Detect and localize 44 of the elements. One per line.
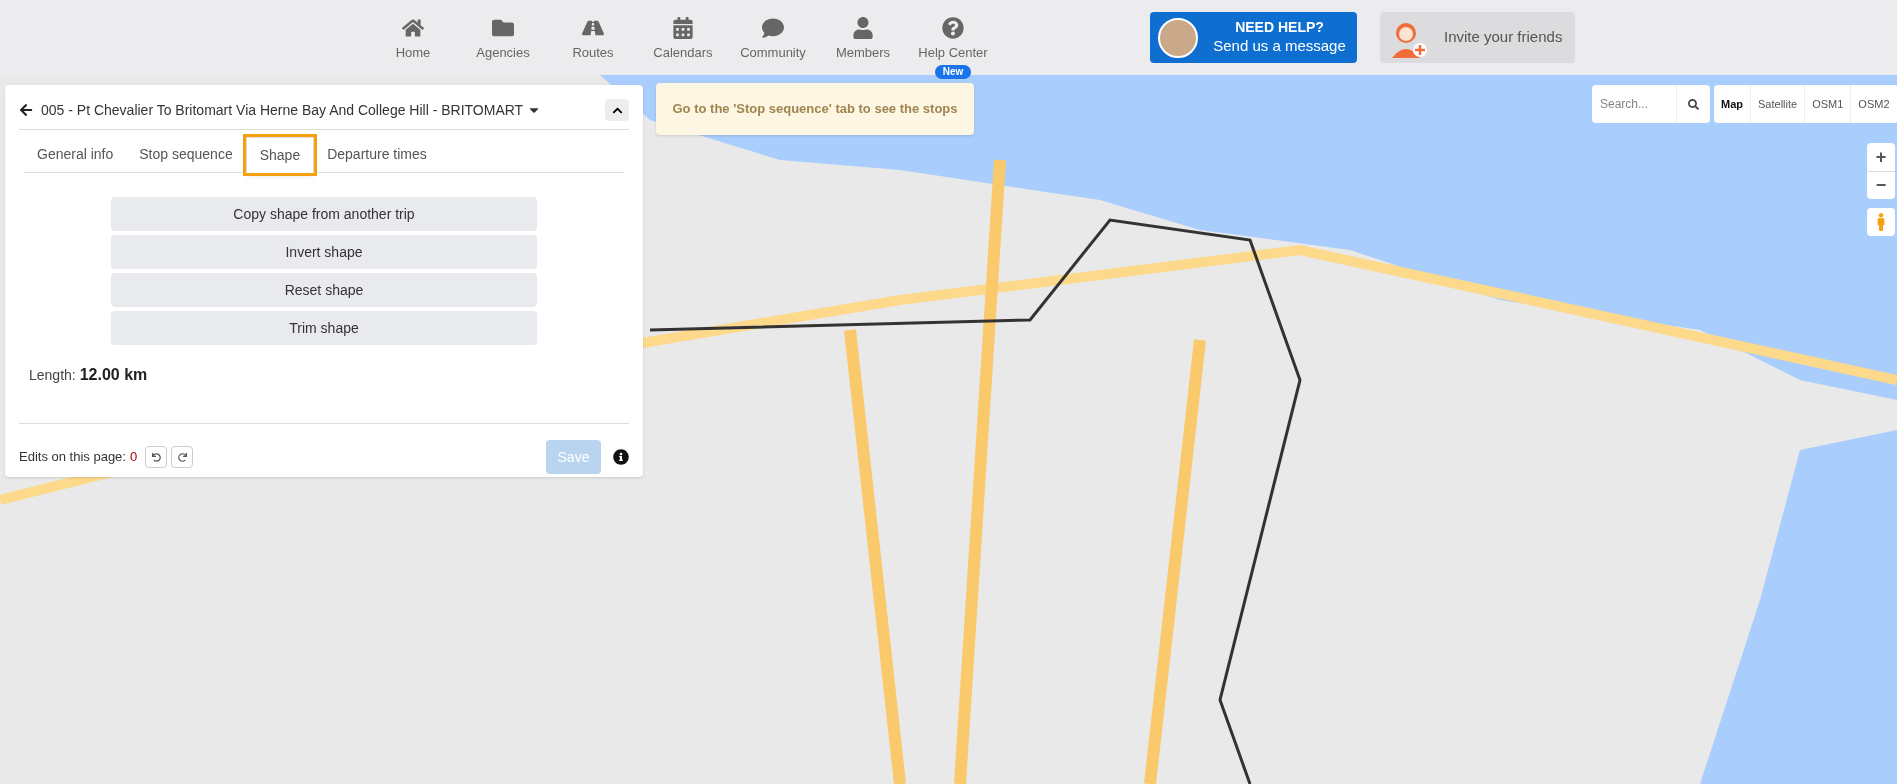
nav-link[interactable]: Agencies — [458, 12, 548, 63]
length-label: Length: — [29, 366, 76, 385]
tab[interactable]: Stop sequence — [126, 136, 246, 172]
undo-button[interactable] — [145, 446, 168, 468]
edits-label: Edits on this page: — [19, 448, 126, 467]
shape-action-button[interactable]: Copy shape from another trip — [111, 197, 537, 231]
speech-bubble-icon — [762, 16, 784, 39]
tab[interactable]: Shape — [245, 137, 315, 173]
house-icon — [402, 16, 424, 39]
shape-action-button[interactable]: Invert shape — [111, 235, 537, 269]
tab[interactable]: General info — [24, 136, 127, 172]
collapse-button[interactable] — [605, 99, 629, 121]
nav-link[interactable]: Members — [818, 12, 908, 63]
avatar-icon — [1158, 17, 1198, 58]
length-value: 12.00 km — [79, 365, 148, 385]
hint-tooltip: Go to the 'Stop sequence' tab to see the stops — [656, 83, 974, 135]
info-icon[interactable] — [613, 449, 629, 465]
zoom-in-button[interactable]: + — [1867, 143, 1895, 171]
nav-link[interactable]: Calendars — [638, 12, 728, 63]
map-search-field[interactable]: Search... — [1592, 85, 1676, 123]
shape-action-button[interactable]: Reset shape — [111, 273, 537, 307]
trip-selector[interactable]: 005 - Pt Chevalier To Britomart Via Herne Bay And College Hill - BRITOMART — [41, 99, 542, 121]
search-button[interactable] — [1676, 85, 1710, 123]
shape-action-button[interactable]: Trim shape — [111, 311, 537, 345]
calendar-icon — [672, 16, 694, 39]
map-type-button[interactable]: OSM1 — [1805, 85, 1852, 123]
back-arrow-icon[interactable] — [19, 103, 33, 117]
help-message-button[interactable]: NEED HELP? Send us a message — [1150, 12, 1357, 63]
person-icon — [852, 16, 874, 39]
new-badge: New — [934, 64, 972, 79]
nav-link[interactable]: Routes — [548, 12, 638, 63]
map-type-button[interactable]: Map — [1714, 85, 1751, 123]
search-icon — [1688, 98, 1699, 110]
invite-friends-button[interactable]: Invite your friends — [1380, 12, 1575, 63]
redo-icon — [177, 452, 187, 462]
edits-count: 0 — [129, 448, 138, 467]
nav-link[interactable]: Home — [368, 12, 458, 63]
map-type-button[interactable]: Satellite — [1751, 85, 1806, 123]
zoom-out-button[interactable]: − — [1867, 171, 1895, 199]
redo-button[interactable] — [171, 446, 194, 468]
map-type-button[interactable]: OSM2 — [1851, 85, 1897, 123]
tab[interactable]: Departure times — [314, 136, 440, 172]
undo-icon — [151, 452, 161, 462]
nav-link[interactable]: Community — [728, 12, 818, 63]
